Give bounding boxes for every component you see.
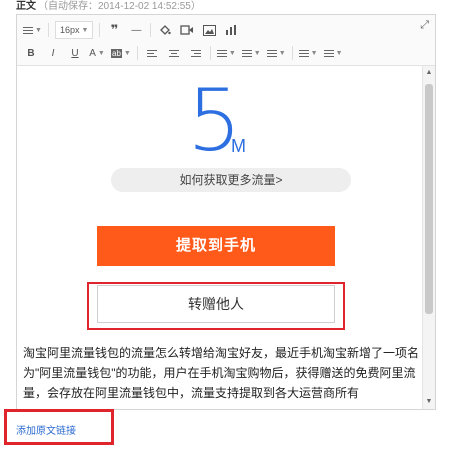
italic-button[interactable]: I [45,44,61,62]
gift-to-others-button[interactable]: 转赠他人 [97,285,335,323]
chart-icon[interactable] [223,21,239,39]
font-size-value: 16px [59,25,80,35]
video-icon[interactable] [179,21,195,39]
line-height-icon[interactable]: ▼ [241,44,261,62]
highlight-frame [4,409,114,445]
scroll-thumb[interactable] [425,84,433,314]
unordered-list-icon[interactable]: ▼ [323,44,343,62]
article-paragraph: 淘宝阿里流量钱包的流量怎么转增给淘宝好友，最近手机淘宝新增了一项名为"阿里流量钱… [23,346,420,400]
toolbar-divider [209,46,211,60]
scroll-down-icon[interactable]: ▼ [423,397,435,407]
align-center-icon[interactable] [166,44,182,62]
toolbar-divider [291,46,293,60]
toolbar-divider [99,23,101,37]
underline-button[interactable]: U [67,44,83,62]
editor-header: 正文 （自动保存：2014-12-02 14:52:55） [16,0,201,14]
font-color-label: A [89,47,96,59]
more-flow-link[interactable]: 如何获取更多流量> [111,168,351,192]
body-title: 正文 [16,1,36,12]
ordered-list-icon[interactable]: ▼ [298,44,318,62]
font-color-button[interactable]: A ▼ [89,44,105,62]
editor-content[interactable]: 5 M 如何获取更多流量> 提取到手机 转赠他人 淘宝阿里流量钱包的流量怎么转增… [17,66,423,409]
horizontal-rule-icon[interactable]: — [128,21,144,39]
paint-bucket-icon[interactable] [157,21,173,39]
quote-icon[interactable]: ❞ [106,21,122,39]
toolbar-divider [136,46,138,60]
align-right-icon[interactable] [188,44,204,62]
data-amount-unit: M [231,136,246,156]
expand-icon[interactable]: ⤢ [420,19,429,32]
vertical-scrollbar[interactable]: ▲ ▼ [422,66,435,409]
image-icon[interactable] [201,21,217,39]
scroll-up-icon[interactable]: ▲ [423,68,435,78]
toolbar-divider [47,23,49,37]
autosave-status: （自动保存：2014-12-02 14:52:55） [38,1,201,12]
heading-icon[interactable]: ▼ [23,21,42,39]
highlight-label: ab [111,48,122,58]
font-size-select[interactable]: 16px ▼ [54,21,94,39]
paragraph-spacing-icon[interactable]: ▼ [266,44,286,62]
bold-button[interactable]: B [23,44,39,62]
highlight-button[interactable]: ab ▼ [111,44,131,62]
indent-icon[interactable]: ▼ [216,44,236,62]
extract-to-phone-button[interactable]: 提取到手机 [97,226,335,266]
rich-text-editor: ▼ 16px ▼ ❞ — ⤢ B I U A ▼ ab ▼ ▼ ▼ ▼ ▼ ▼ … [16,14,436,410]
toolbar-divider [150,23,152,37]
align-left-icon[interactable] [144,44,160,62]
editor-toolbar: ▼ 16px ▼ ❞ — ⤢ B I U A ▼ ab ▼ ▼ ▼ ▼ ▼ ▼ [17,15,435,66]
